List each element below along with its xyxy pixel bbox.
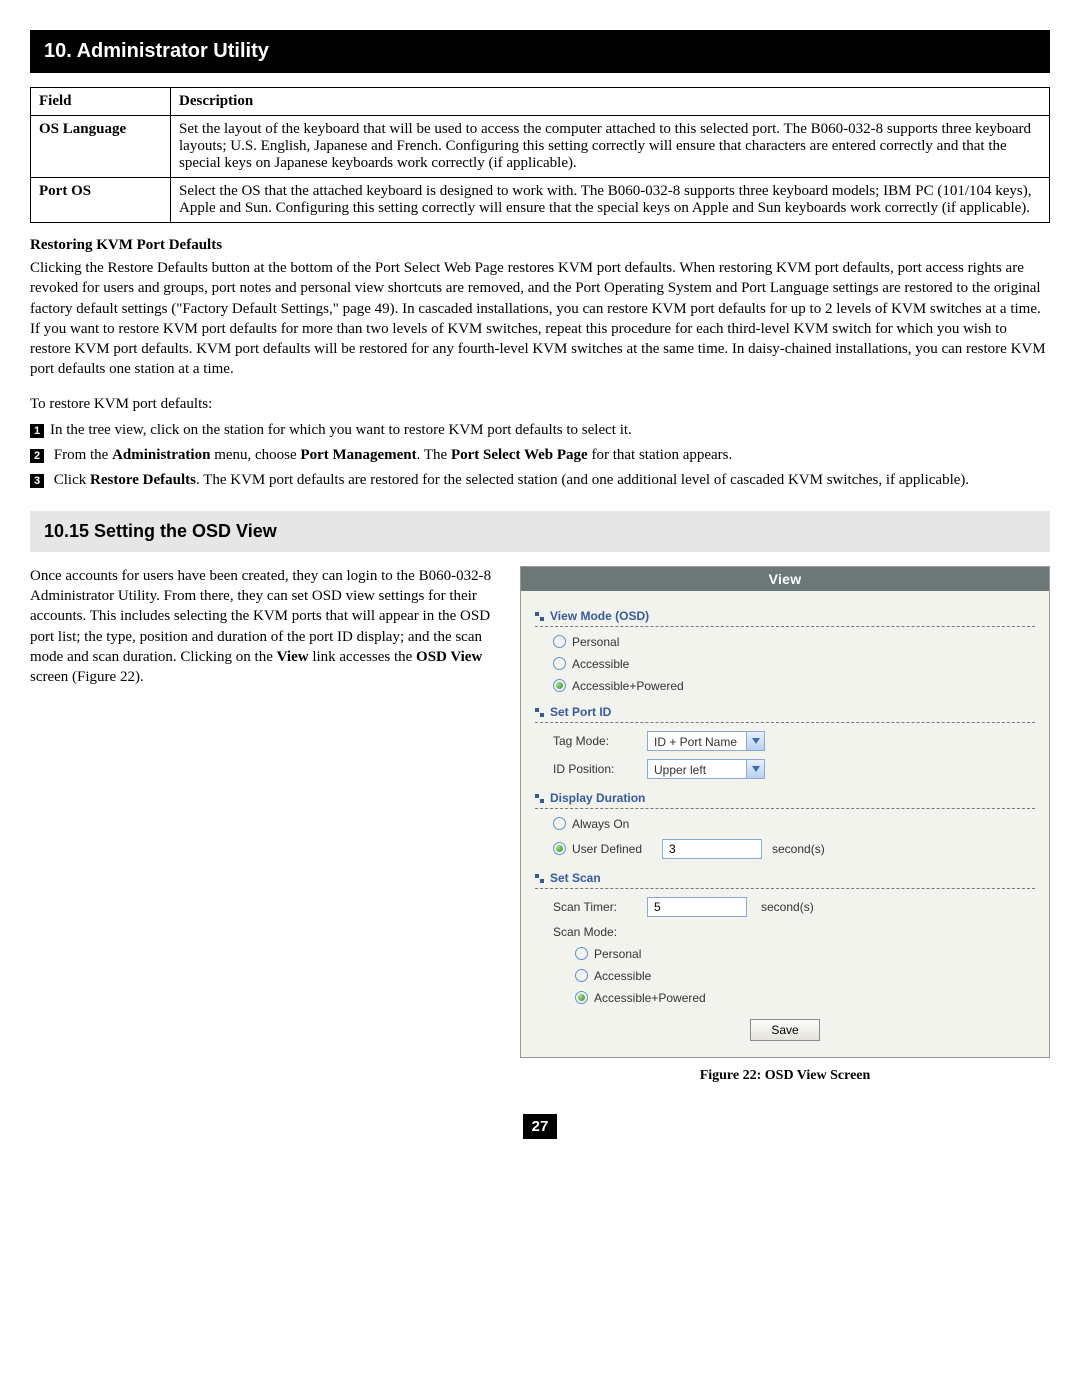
id-position-label: ID Position:: [553, 762, 637, 776]
radio-view-accessible-powered[interactable]: Accessible+Powered: [553, 679, 1035, 693]
radio-label: Accessible+Powered: [572, 679, 684, 693]
section-title: 10.15 Setting the OSD View: [30, 511, 1050, 552]
row-scan-mode: Scan Mode:: [553, 925, 1035, 939]
restore-steps: In the tree view, click on the station f…: [30, 420, 1050, 491]
radio-always-on[interactable]: Always On: [553, 817, 1035, 831]
bullet-icon: [535, 708, 544, 717]
step-text-bold: Administration: [112, 447, 210, 463]
radio-label: Always On: [572, 817, 629, 831]
radio-label: Personal: [572, 635, 619, 649]
group-label: Set Scan: [550, 871, 601, 885]
group-set-scan: Set Scan: [535, 867, 1035, 889]
radio-label: Accessible: [594, 969, 651, 983]
row-scan-timer: Scan Timer: second(s): [553, 897, 1035, 917]
step-text-bold: Port Management: [300, 447, 416, 463]
group-view-mode: View Mode (OSD): [535, 605, 1035, 627]
bullet-icon: [535, 874, 544, 883]
tag-mode-label: Tag Mode:: [553, 734, 637, 748]
seconds-label: second(s): [761, 900, 814, 914]
table-row: OS Language Set the layout of the keyboa…: [31, 116, 1050, 178]
radio-icon: [553, 842, 566, 855]
step-2: From the Administration menu, choose Por…: [30, 445, 1050, 466]
scan-timer-input[interactable]: [647, 897, 747, 917]
step-text-bold: Restore Defaults: [90, 472, 196, 488]
step-text-bold: Port Select Web Page: [451, 447, 588, 463]
restore-lead: To restore KVM port defaults:: [30, 394, 1050, 414]
row-tag-mode: Tag Mode: ID + Port Name: [553, 731, 1035, 751]
select-value: ID + Port Name: [648, 732, 746, 750]
step-text: for that station appears.: [588, 447, 733, 463]
group-label: Set Port ID: [550, 705, 611, 719]
scan-timer-label: Scan Timer:: [553, 900, 637, 914]
duration-seconds-input[interactable]: [662, 839, 762, 859]
osd-view-panel: View View Mode (OSD) Personal Accessible…: [520, 566, 1050, 1058]
step-text: Click: [54, 472, 90, 488]
step-text: menu, choose: [210, 447, 300, 463]
text: link accesses the: [309, 649, 416, 665]
text: screen (Figure 22).: [30, 669, 144, 685]
panel-title: View: [521, 567, 1049, 591]
tag-mode-select[interactable]: ID + Port Name: [647, 731, 765, 751]
group-set-port-id: Set Port ID: [535, 701, 1035, 723]
restore-paragraph: Clicking the Restore Defaults button at …: [30, 258, 1050, 380]
radio-icon: [575, 969, 588, 982]
radio-icon: [553, 657, 566, 670]
step-text: From the: [54, 447, 112, 463]
bullet-icon: [535, 794, 544, 803]
page-number: 27: [523, 1114, 557, 1139]
col-description: Description: [171, 88, 1050, 116]
radio-scan-accessible-powered[interactable]: Accessible+Powered: [575, 991, 1035, 1005]
group-label: View Mode (OSD): [550, 609, 649, 623]
bullet-icon: [535, 612, 544, 621]
step-text: . The KVM port defaults are restored for…: [196, 472, 969, 488]
row-id-position: ID Position: Upper left: [553, 759, 1035, 779]
select-value: Upper left: [648, 760, 746, 778]
step-3: Click Restore Defaults. The KVM port def…: [30, 470, 1050, 491]
col-field: Field: [31, 88, 171, 116]
seconds-label: second(s): [772, 842, 825, 856]
field-description-table: Field Description OS Language Set the la…: [30, 87, 1050, 223]
group-label: Display Duration: [550, 791, 645, 805]
cell-desc: Select the OS that the attached keyboard…: [171, 178, 1050, 223]
table-row: Port OS Select the OS that the attached …: [31, 178, 1050, 223]
cell-field: OS Language: [31, 116, 171, 178]
text-bold: OSD View: [416, 649, 482, 665]
radio-user-defined[interactable]: User Defined second(s): [553, 839, 1035, 859]
radio-scan-personal[interactable]: Personal: [575, 947, 1035, 961]
cell-desc: Set the layout of the keyboard that will…: [171, 116, 1050, 178]
text-bold: View: [277, 649, 309, 665]
radio-label: User Defined: [572, 842, 656, 856]
step-text: In the tree view, click on the station f…: [50, 422, 632, 438]
radio-label: Accessible: [572, 657, 629, 671]
radio-icon: [553, 679, 566, 692]
step-1: In the tree view, click on the station f…: [30, 420, 1050, 441]
table-header-row: Field Description: [31, 88, 1050, 116]
scan-mode-label: Scan Mode:: [553, 925, 637, 939]
radio-icon: [575, 991, 588, 1004]
radio-view-accessible[interactable]: Accessible: [553, 657, 1035, 671]
radio-icon: [553, 817, 566, 830]
radio-icon: [553, 635, 566, 648]
id-position-select[interactable]: Upper left: [647, 759, 765, 779]
save-button[interactable]: Save: [750, 1019, 819, 1041]
radio-label: Accessible+Powered: [594, 991, 706, 1005]
step-text: . The: [417, 447, 451, 463]
radio-view-personal[interactable]: Personal: [553, 635, 1035, 649]
chevron-down-icon: [746, 732, 764, 750]
radio-scan-accessible[interactable]: Accessible: [575, 969, 1035, 983]
cell-field: Port OS: [31, 178, 171, 223]
radio-icon: [575, 947, 588, 960]
restore-heading: Restoring KVM Port Defaults: [30, 237, 1050, 254]
group-display-duration: Display Duration: [535, 787, 1035, 809]
chevron-down-icon: [746, 760, 764, 778]
osd-intro-paragraph: Once accounts for users have been create…: [30, 566, 496, 688]
figure-caption: Figure 22: OSD View Screen: [520, 1068, 1050, 1084]
chapter-title: 10. Administrator Utility: [30, 30, 1050, 73]
radio-label: Personal: [594, 947, 641, 961]
